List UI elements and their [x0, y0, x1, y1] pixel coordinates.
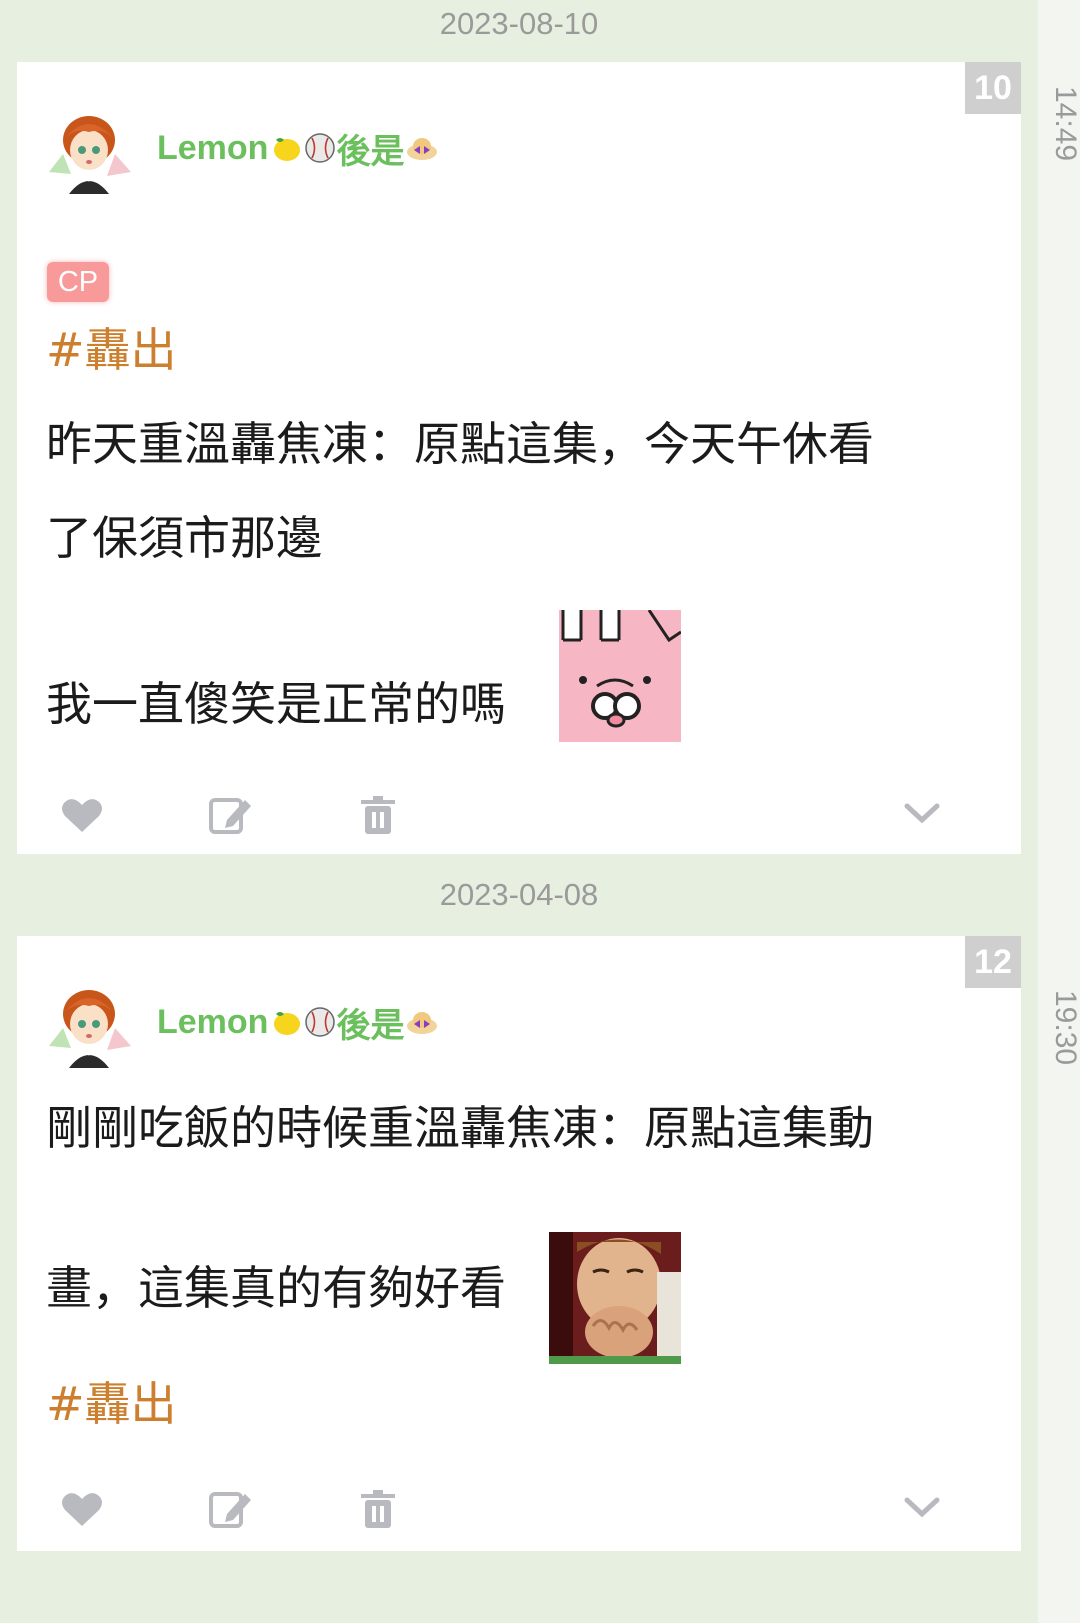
post-actions: [17, 792, 1021, 852]
heart-icon[interactable]: [59, 792, 105, 838]
baseball-icon: [304, 1006, 336, 1038]
lemon-icon: [270, 132, 302, 164]
chevron-down-icon[interactable]: [899, 792, 945, 838]
author-name[interactable]: Lemon 後是: [157, 124, 438, 173]
post-text-line: 畫，這集真的有夠好看: [46, 1261, 506, 1315]
avatar[interactable]: [43, 102, 135, 194]
count-badge: 12: [965, 936, 1021, 988]
date-divider: 2023-04-08: [439, 877, 599, 912]
baseball-icon: [304, 132, 336, 164]
right-rail: [1038, 0, 1080, 1623]
ribbon-hat-icon: [406, 1006, 438, 1038]
post-header: Lemon 後是: [43, 102, 438, 194]
post-time: 14:49: [1049, 86, 1080, 162]
post-time: 19:30: [1049, 990, 1080, 1066]
author-name[interactable]: Lemon 後是: [157, 998, 438, 1047]
post-text-line: 我一直傻笑是正常的嗎: [46, 677, 506, 731]
post-actions: [17, 1486, 1021, 1546]
hashtag[interactable]: #轟出: [46, 1374, 177, 1434]
post-header: Lemon 後是: [43, 976, 438, 1068]
avatar[interactable]: [43, 976, 135, 1068]
author-suffix: 後是: [336, 1006, 405, 1045]
trash-icon[interactable]: [355, 1486, 401, 1532]
pink-bunny-sticker: [549, 609, 682, 742]
edit-icon[interactable]: [207, 792, 253, 838]
cp-tag[interactable]: CP: [47, 262, 109, 302]
count-badge: 10: [965, 62, 1021, 114]
author-name-text: Lemon: [157, 1002, 269, 1041]
hashtag[interactable]: #轟出: [46, 320, 177, 380]
laughing-face-photo: [549, 1232, 681, 1364]
author-name-text: Lemon: [157, 128, 269, 167]
post-text-line: 剛剛吃飯的時候重溫轟焦凍：原點這集動: [46, 1101, 874, 1155]
lemon-icon: [270, 1006, 302, 1038]
ribbon-hat-icon: [406, 132, 438, 164]
edit-icon[interactable]: [207, 1486, 253, 1532]
post-text-line: 了保須市那邊: [46, 511, 322, 565]
author-suffix: 後是: [336, 132, 405, 171]
trash-icon[interactable]: [355, 792, 401, 838]
post-card[interactable]: 10 Lemon 後是 CP #轟出 昨天重溫轟焦凍：原點這集，今天午休看 了保…: [17, 62, 1021, 854]
post-card[interactable]: 12 Lemon 後是 剛剛吃飯的時候重溫轟焦凍：原點這集動 畫，這集真的有夠好…: [17, 936, 1021, 1551]
date-divider: 2023-08-10: [439, 6, 599, 41]
chevron-down-icon[interactable]: [899, 1486, 945, 1532]
post-text-line: 昨天重溫轟焦凍：原點這集，今天午休看: [46, 417, 874, 471]
heart-icon[interactable]: [59, 1486, 105, 1532]
